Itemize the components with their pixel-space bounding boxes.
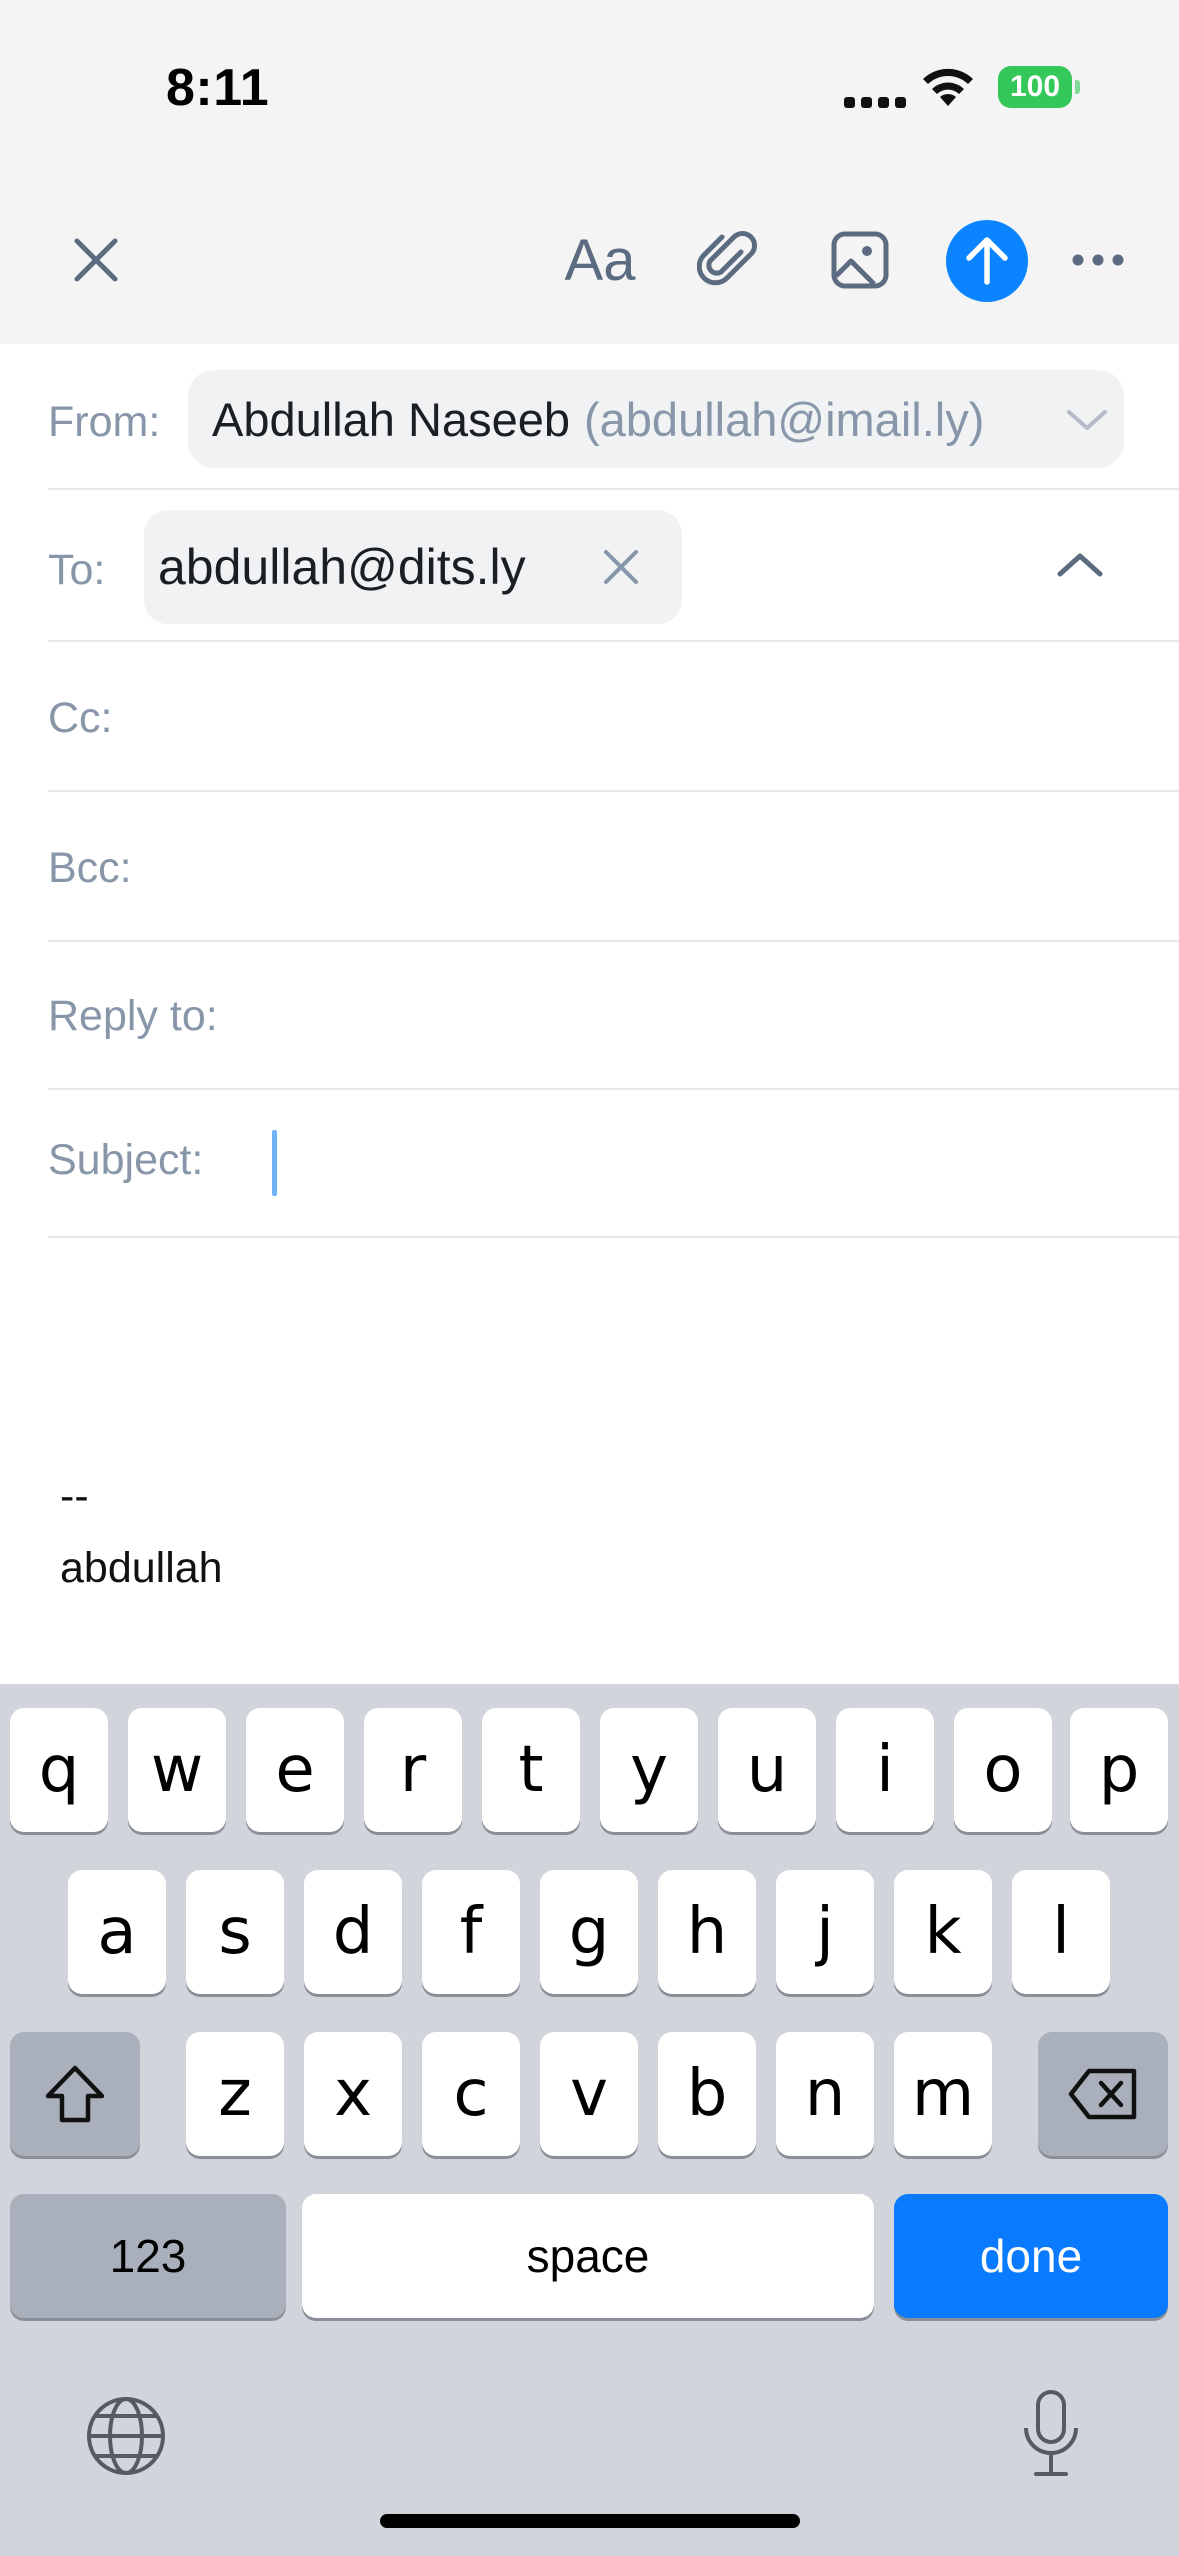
signature-name: abdullah (60, 1544, 223, 1592)
send-arrow-icon (966, 237, 1008, 285)
key-j[interactable]: j (776, 1870, 874, 1994)
font-format-button[interactable]: Aa (558, 222, 642, 298)
key-h[interactable]: h (658, 1870, 756, 1994)
backspace-icon (1068, 2068, 1137, 2120)
globe-icon[interactable] (84, 2394, 168, 2478)
battery-level: 100 (998, 66, 1072, 108)
chevron-up-icon[interactable] (1054, 540, 1106, 590)
key-p[interactable]: p (1070, 1708, 1168, 1832)
text-cursor (272, 1130, 277, 1196)
send-button[interactable] (946, 220, 1028, 302)
insert-image-button[interactable] (822, 222, 898, 298)
status-time: 8:11 (166, 59, 270, 117)
to-field: To: abdullah@dits.ly (48, 490, 1179, 642)
subject-label: Subject: (48, 1136, 204, 1184)
close-icon (74, 238, 118, 282)
shift-icon (45, 2065, 105, 2123)
space-key[interactable]: space (302, 2194, 874, 2318)
key-e[interactable]: e (246, 1708, 344, 1832)
from-name: Abdullah Naseeb (212, 392, 570, 446)
numbers-key[interactable]: 123 (10, 2194, 286, 2318)
backspace-key[interactable] (1038, 2032, 1168, 2156)
bcc-field[interactable]: Bcc: (48, 792, 1179, 942)
key-r[interactable]: r (364, 1708, 462, 1832)
key-s[interactable]: s (186, 1870, 284, 1994)
attach-file-button[interactable] (690, 222, 766, 298)
cc-label: Cc: (48, 694, 113, 742)
home-indicator[interactable] (380, 2514, 800, 2528)
from-email: (abdullah@imail.ly) (584, 392, 985, 446)
key-v[interactable]: v (540, 2032, 638, 2156)
key-g[interactable]: g (540, 1870, 638, 1994)
key-x[interactable]: x (304, 2032, 402, 2156)
key-z[interactable]: z (186, 2032, 284, 2156)
key-l[interactable]: l (1012, 1870, 1110, 1994)
key-u[interactable]: u (718, 1708, 816, 1832)
done-key[interactable]: done (894, 2194, 1168, 2318)
signature-separator: -- (60, 1472, 89, 1520)
microphone-icon[interactable] (1020, 2388, 1082, 2480)
key-y[interactable]: y (600, 1708, 698, 1832)
paperclip-icon (697, 231, 757, 286)
wifi-icon (923, 68, 973, 106)
font-icon: Aa (564, 227, 636, 293)
to-label: To: (48, 546, 106, 594)
from-field: From: Abdullah Naseeb (abdullah@imail.ly… (48, 344, 1179, 490)
key-f[interactable]: f (422, 1870, 520, 1994)
from-account-selector[interactable]: Abdullah Naseeb (abdullah@imail.ly) (188, 370, 1124, 468)
keyboard: q w e r t y u i o p a s d f g h j k l z … (0, 1684, 1179, 2556)
cellular-signal-icon (844, 86, 906, 108)
key-d[interactable]: d (304, 1870, 402, 1994)
cc-field[interactable]: Cc: (48, 642, 1179, 792)
key-n[interactable]: n (776, 2032, 874, 2156)
key-m[interactable]: m (894, 2032, 992, 2156)
remove-recipient-icon[interactable] (598, 544, 644, 590)
subject-field[interactable]: Subject: (48, 1090, 1179, 1238)
from-label: From: (48, 398, 161, 446)
more-options-button[interactable] (1060, 222, 1136, 298)
key-b[interactable]: b (658, 2032, 756, 2156)
key-q[interactable]: q (10, 1708, 108, 1832)
key-i[interactable]: i (836, 1708, 934, 1832)
key-o[interactable]: o (954, 1708, 1052, 1832)
bcc-label: Bcc: (48, 844, 132, 892)
battery-icon: 100 (998, 66, 1080, 110)
recipient-email: abdullah@dits.ly (158, 539, 526, 595)
top-bar: 8:11 100 Aa (0, 0, 1179, 344)
recipient-chip[interactable]: abdullah@dits.ly (144, 510, 682, 624)
reply-to-field[interactable]: Reply to: (48, 942, 1179, 1090)
key-k[interactable]: k (894, 1870, 992, 1994)
key-c[interactable]: c (422, 2032, 520, 2156)
reply-to-label: Reply to: (48, 992, 218, 1040)
more-icon (1072, 254, 1124, 266)
key-a[interactable]: a (68, 1870, 166, 1994)
key-t[interactable]: t (482, 1708, 580, 1832)
image-icon (831, 231, 889, 289)
close-button[interactable] (58, 222, 134, 298)
key-w[interactable]: w (128, 1708, 226, 1832)
chevron-down-icon (1067, 410, 1107, 430)
shift-key[interactable] (10, 2032, 140, 2156)
